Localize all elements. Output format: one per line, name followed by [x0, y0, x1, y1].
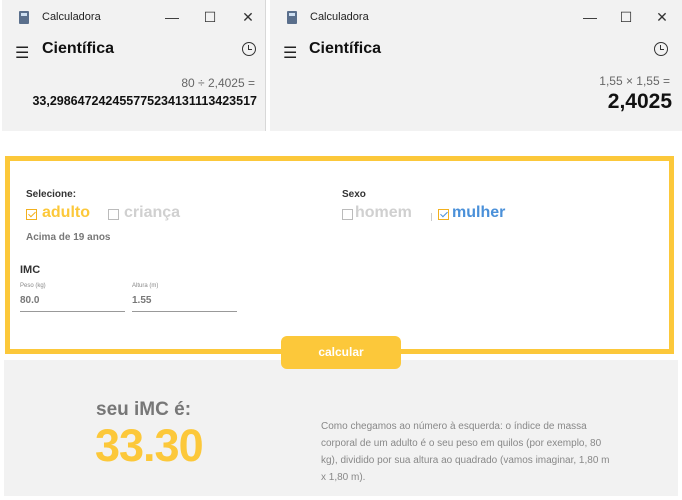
calculator-window-right: Calculadora — ☐ ✕ ☰ Científica 1,55 × 1,…	[270, 0, 682, 131]
mode-title: Científica	[42, 40, 115, 57]
age-note: Acima de 19 anos	[26, 232, 111, 243]
history-icon[interactable]	[242, 42, 256, 56]
option-female-label: mulher	[452, 204, 506, 221]
height-field-label: Altura (m)	[132, 283, 159, 289]
checkbox-icon[interactable]	[108, 209, 119, 220]
option-adult-label: adulto	[42, 204, 90, 221]
result: 2,4025	[607, 90, 672, 113]
sex-label: Sexo	[342, 189, 366, 200]
divider	[431, 213, 432, 221]
expression: 1,55 × 1,55 =	[599, 74, 670, 88]
calculator-window-left: Calculadora — ☐ ✕ ☰ Científica 80 ÷ 2,40…	[2, 0, 266, 131]
history-icon[interactable]	[654, 42, 668, 56]
window-title: Calculadora	[310, 11, 369, 23]
option-child-label: criança	[124, 204, 181, 221]
height-input[interactable]: 1.55	[132, 295, 151, 306]
title-bar[interactable]: Calculadora — ☐ ✕	[270, 0, 682, 34]
calculator-app-icon	[287, 11, 297, 24]
checkbox-icon[interactable]	[342, 209, 353, 220]
maximize-icon[interactable]: ☐	[200, 7, 220, 27]
window-title: Calculadora	[42, 11, 101, 23]
calculator-app-icon	[19, 11, 29, 24]
result: 33,298647242455775234131113423517	[32, 94, 257, 108]
maximize-icon[interactable]: ☐	[616, 7, 636, 27]
close-icon[interactable]: ✕	[238, 7, 258, 27]
title-bar[interactable]: Calculadora — ☐ ✕	[2, 0, 265, 34]
mode-title: Científica	[309, 40, 382, 57]
explanation-text: Como chegamos ao número à esquerda: o ín…	[321, 421, 610, 483]
checkbox-icon[interactable]	[438, 209, 449, 220]
menu-icon[interactable]: ☰	[283, 43, 297, 63]
weight-field-label: Peso (kg)	[20, 283, 46, 289]
weight-input[interactable]: 80.0	[20, 295, 39, 306]
checkbox-icon[interactable]	[26, 209, 37, 220]
menu-icon[interactable]: ☰	[15, 43, 29, 63]
minimize-icon[interactable]: —	[580, 7, 600, 27]
minimize-icon[interactable]: —	[162, 7, 182, 27]
weight-underline	[20, 311, 125, 312]
calculate-button[interactable]: calcular	[281, 336, 401, 369]
expression: 80 ÷ 2,4025 =	[181, 76, 255, 90]
bmi-form-panel: Selecione: adulto criança Acima de 19 an…	[5, 156, 674, 354]
result-heading: seu iMC é:	[96, 399, 192, 420]
height-underline	[132, 311, 237, 312]
close-icon[interactable]: ✕	[652, 7, 672, 27]
option-male-label: homem	[355, 204, 412, 221]
bmi-value: 33.30	[95, 420, 204, 471]
select-label: Selecione:	[26, 189, 77, 200]
imc-label: IMC	[20, 264, 41, 276]
